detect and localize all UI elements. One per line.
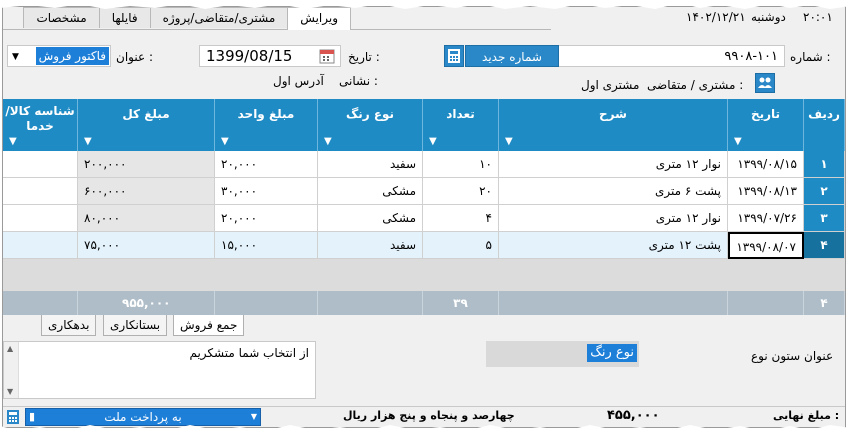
tab-sales-total[interactable]: جمع فروش [173,315,245,336]
calculator-icon[interactable] [444,45,464,67]
column-title-value: نوع رنگ [587,344,637,362]
tab-creditor[interactable]: بستانکاری [103,315,168,336]
customer-value[interactable]: مشتری اول [581,78,639,92]
filter-icon[interactable]: ▼ [324,136,332,147]
grid-rows: ۲۰۰,۰۰۰ ۲۰,۰۰۰ سفید ۱۰ نوار ۱۲ متری ۱۳۹۹… [3,151,845,261]
weekday: دوشنبه [751,10,786,24]
active-cell[interactable]: ۱۳۹۹/۰۸/۰۷ [728,232,804,259]
chevron-down-icon: ▼ [250,412,257,421]
column-header-color[interactable]: نوع رنگ ▼ [318,99,423,151]
filter-icon[interactable]: ▼ [505,136,513,147]
column-header-sku[interactable]: شناسه کالا/خدما ▼ [3,99,78,151]
header-date: ۱۴۰۲/۱۲/۲۱ [686,10,746,24]
notes-textarea[interactable]: از انتخاب شما متشکریم ▲ ▼ [3,341,316,399]
filter-icon[interactable]: ▼ [84,136,92,147]
filter-icon[interactable]: ▼ [9,136,17,147]
new-number-label: شماره جدید [482,50,542,64]
table-row[interactable]: ۸۰,۰۰۰ ۲۰,۰۰۰ مشکی ۴ نوار ۱۲ متری ۱۳۹۹/۰… [3,205,845,232]
final-amount-label: مبلغ نهایی : [773,409,840,422]
tab-specifications[interactable]: مشخصات [23,7,100,28]
column-header-date[interactable]: تاریخ ▼ [728,99,804,151]
column-title-label: عنوان ستون نوع [751,349,834,363]
tab-edit[interactable]: ویرایش [287,7,351,30]
column-header-description[interactable]: شرح ▼ [499,99,728,151]
filter-icon[interactable]: ▼ [734,136,742,147]
date-label: تاریخ : [348,50,380,64]
title-label: عنوان : [116,50,153,64]
grid-empty-area [3,259,845,291]
title-value: فاکتور فروش [35,47,109,65]
payment-method-value: به پرداخت ملت [104,410,182,424]
amount-in-words: چهارصد و پنجاه و پنج هزار ریال [343,409,515,422]
calculator-icon[interactable] [5,409,21,425]
tab-debtor[interactable]: بدهکاری [41,315,97,336]
clock-time: ۲۰:۰۱ [803,10,833,24]
top-tabs: ویرایش مشتری/متقاضی/پروژه فایلها مشخصات [11,7,351,30]
filter-icon[interactable]: ▼ [429,136,437,147]
filter-icon[interactable]: ▼ [221,136,229,147]
chevron-down-icon: ▼ [12,52,19,62]
calendar-icon[interactable] [319,48,335,64]
number-label: شماره : [790,50,831,64]
payment-method-select[interactable]: به پرداخت ملت ▮ ▼ [25,408,261,426]
address-value: آدرس اول [273,74,324,88]
invoice-window: ۲۰:۰۱ دوشنبه ۱۴۰۲/۱۲/۲۱ ویرایش مشتری/متق… [2,6,846,428]
final-amount: ۴۵۵,۰۰۰ [607,408,660,423]
new-number-button[interactable]: شماره جدید [465,45,559,67]
customer-label: مشتری / متقاضی : [647,78,744,92]
date-value: 1399/08/15 [206,47,293,65]
notes-scrollbar[interactable]: ▲ ▼ [4,342,19,398]
column-header-qty[interactable]: تعداد ▼ [423,99,499,151]
column-header-total[interactable]: مبلغ کل ▼ [78,99,215,151]
card-icon: ▮ [29,410,36,423]
status-bar: به پرداخت ملت ▮ ▼ چهارصد و پنجاه و پنج ه… [3,406,845,427]
totals-row: ۹۵۵,۰۰۰ ۳۹ ۴ [3,291,845,315]
notes-text: از انتخاب شما متشکریم [189,346,309,360]
tab-files[interactable]: فایلها [98,7,151,28]
table-row[interactable]: ۲۰۰,۰۰۰ ۲۰,۰۰۰ سفید ۱۰ نوار ۱۲ متری ۱۳۹۹… [3,151,845,178]
customers-icon[interactable] [755,73,775,93]
address-label: نشانی : [339,74,378,88]
column-header-unit-price[interactable]: مبلغ واحد ▼ [215,99,318,151]
bottom-tabs: جمع فروش بستانکاری بدهکاری [3,315,845,337]
column-title-field[interactable]: نوع رنگ [486,341,639,367]
table-row[interactable]: ۶۰۰,۰۰۰ ۳۰,۰۰۰ مشکی ۲۰ پشت ۶ متری ۱۳۹۹/۰… [3,178,845,205]
column-header-row: ردیف [804,99,845,151]
title-select[interactable]: ▼ فاکتور فروش [7,45,111,67]
tab-customer-project[interactable]: مشتری/متقاضی/پروژه [149,7,289,28]
table-row-selected[interactable]: ۷۵,۰۰۰ ۱۵,۰۰۰ سفید ۵ پشت ۱۲ متری ۱۳۹۹/۰۸… [3,232,845,259]
